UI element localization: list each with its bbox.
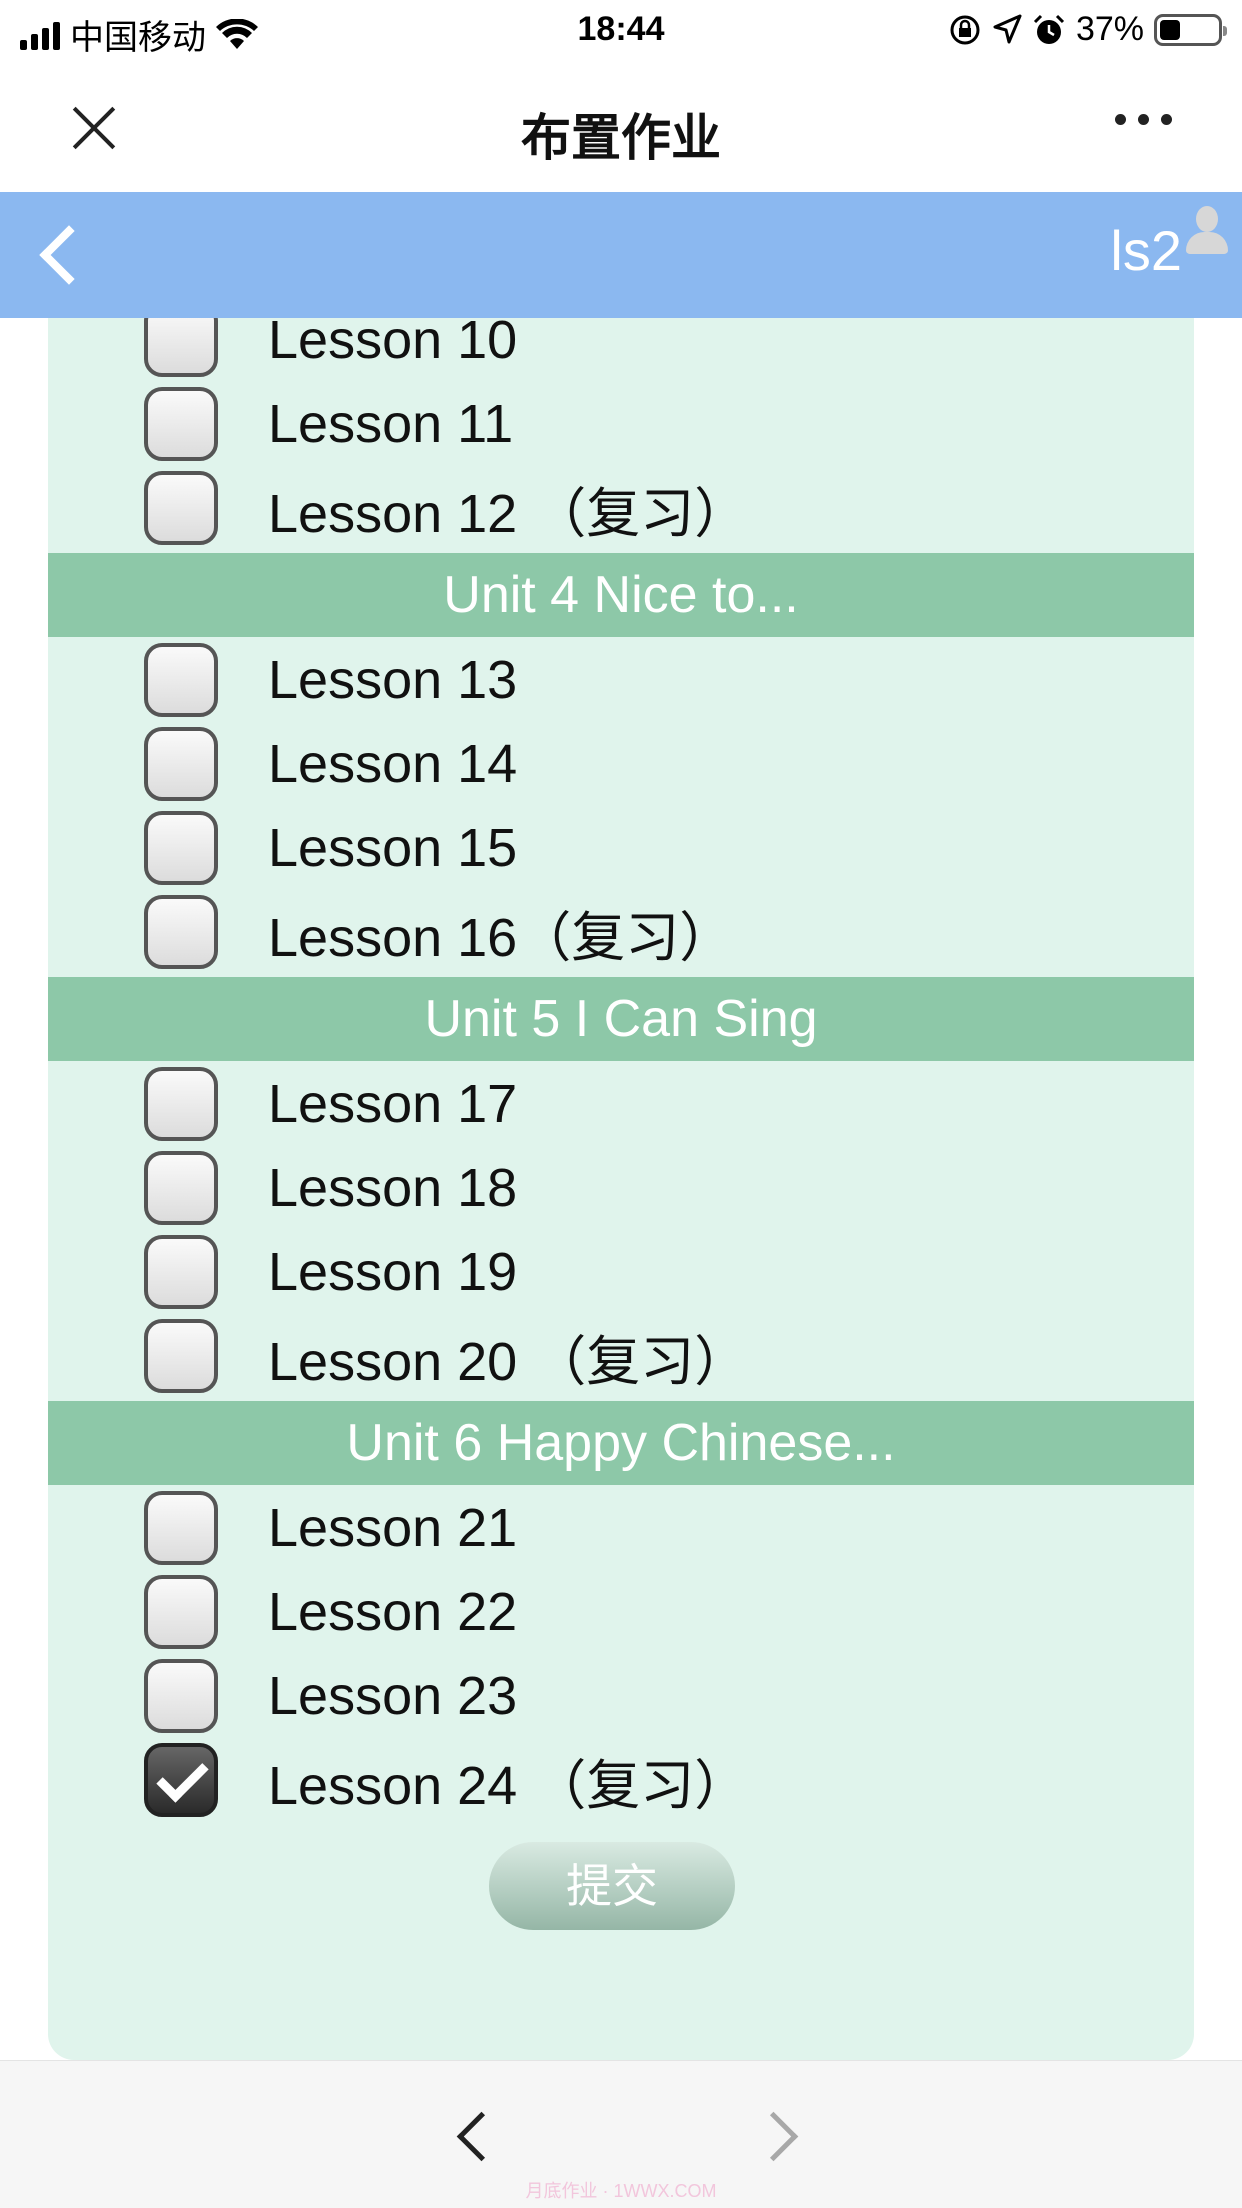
lesson-label: Lesson 11 [268,394,514,454]
lesson-label: Lesson 15 [268,818,518,878]
lesson-label: Lesson 18 [268,1158,518,1218]
location-icon [993,14,1022,43]
checkbox[interactable] [144,1067,218,1141]
lesson-row[interactable]: Lesson 18 [144,1146,517,1230]
lesson-label: Lesson 17 [268,1074,518,1134]
battery-icon [1154,13,1227,46]
checkbox[interactable] [144,1575,218,1649]
checkbox[interactable] [144,1235,218,1309]
watermark: 月底作业 · 1WWX.COM [525,2181,717,2201]
lesson-row[interactable]: Lesson 10 [144,318,517,382]
lesson-row[interactable]: Lesson 24 （复习） [144,1738,748,1822]
lesson-label: Lesson 22 [268,1582,518,1642]
lesson-label: Lesson 14 [268,734,518,794]
checkbox[interactable] [144,1659,218,1733]
top-nav: 布置作业 [0,64,1242,192]
lesson-label: Lesson 24 （复习） [268,1755,749,1816]
unit-header[interactable]: Unit 6 Happy Chinese... [48,1401,1194,1485]
lesson-label: Lesson 23 [268,1666,518,1726]
status-right: 37% [948,10,1227,49]
submit-button[interactable]: 提交 [489,1842,735,1930]
checkbox[interactable] [144,727,218,801]
unit-header[interactable]: Unit 4 Nice to... [48,553,1194,637]
checkbox[interactable] [144,895,218,969]
lesson-row[interactable]: Lesson 14 [144,722,517,806]
user-avatar-icon[interactable] [1184,206,1230,260]
unit-header[interactable]: Unit 5 I Can Sing [48,977,1194,1061]
alarm-icon [1033,14,1064,44]
lesson-label: Lesson 21 [268,1498,518,1558]
rotation-lock-icon [950,15,980,44]
browser-back-icon[interactable] [452,2109,492,2165]
app-header: ls2 [0,192,1242,318]
lesson-label: Lesson 16（复习） [268,907,734,968]
checkbox[interactable] [144,318,218,377]
lesson-panel: Lesson 10 Lesson 11 Lesson 12 （复习） Unit 4 N… [48,318,1194,2060]
checkbox[interactable] [144,471,218,545]
lesson-row[interactable]: Lesson 15 [144,806,517,890]
lesson-row[interactable]: Lesson 20 （复习） [144,1314,748,1398]
user-name[interactable]: ls2 [1110,218,1182,283]
checkbox[interactable] [144,811,218,885]
browser-forward-icon[interactable] [756,2109,796,2165]
checkbox[interactable] [144,1491,218,1565]
lesson-row[interactable]: Lesson 22 [144,1570,517,1654]
lesson-label: Lesson 20 （复习） [268,1331,749,1392]
lesson-row[interactable]: Lesson 17 [144,1062,517,1146]
back-icon[interactable] [34,222,84,288]
lesson-label: Lesson 19 [268,1242,518,1302]
checkbox-checked[interactable] [144,1743,218,1817]
battery-percent: 37% [1075,10,1144,48]
checkbox[interactable] [144,387,218,461]
lesson-label: Lesson 12 （复习） [268,483,749,544]
lesson-row[interactable]: Lesson 11 [144,382,513,466]
checkbox[interactable] [144,643,218,717]
page-title: 布置作业 [521,110,721,166]
lesson-label: Lesson 13 [268,650,518,710]
lesson-label: Lesson 10 [268,318,518,370]
status-bar: 中国移动 18:44 37% [0,0,1242,64]
more-options-icon[interactable] [1115,114,1172,125]
checkbox[interactable] [144,1151,218,1225]
lesson-row[interactable]: Lesson 23 [144,1654,517,1738]
bottom-toolbar: 月底作业 · 1WWX.COM [0,2060,1242,2208]
lesson-row[interactable]: Lesson 12 （复习） [144,466,748,550]
lesson-row[interactable]: Lesson 13 [144,638,517,722]
checkbox[interactable] [144,1319,218,1393]
lesson-row[interactable]: Lesson 21 [144,1486,517,1570]
lesson-row[interactable]: Lesson 16（复习） [144,890,733,974]
lesson-row[interactable]: Lesson 19 [144,1230,517,1314]
